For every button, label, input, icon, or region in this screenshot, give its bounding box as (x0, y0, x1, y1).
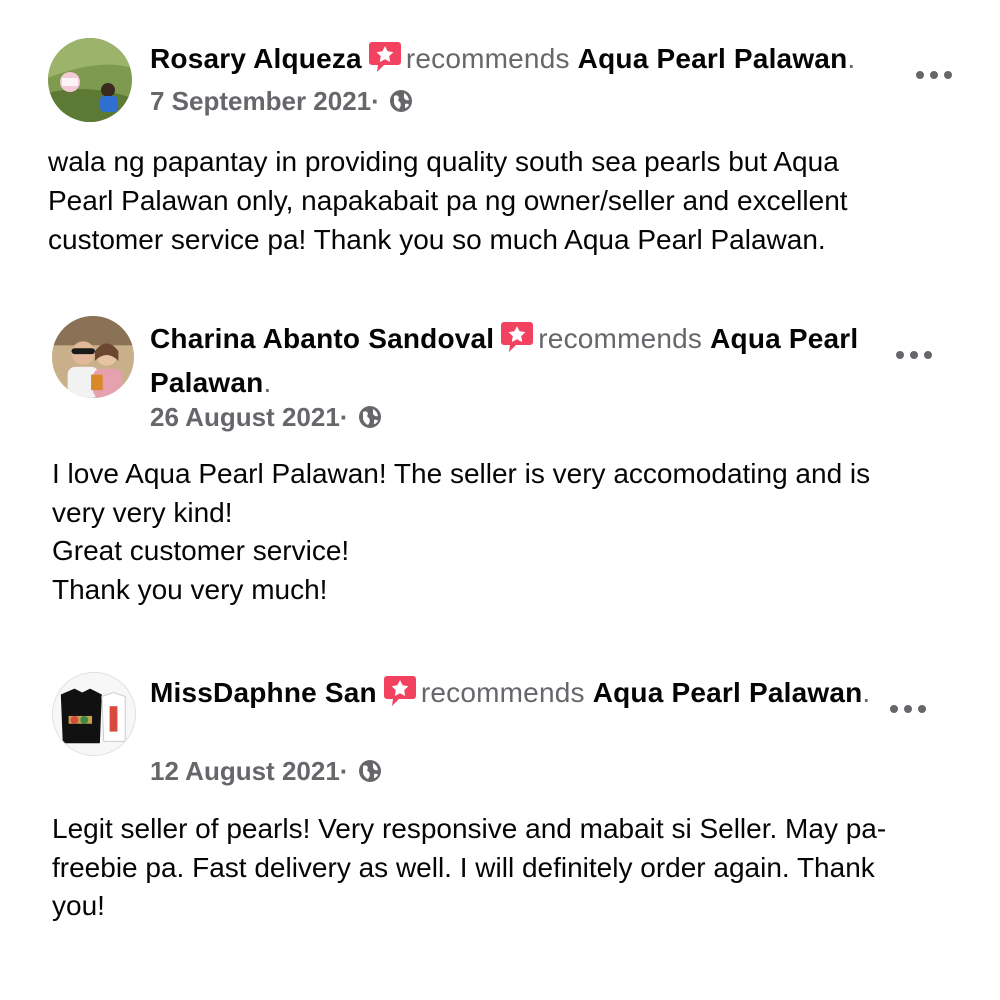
avatar[interactable] (48, 38, 132, 122)
author-name[interactable]: Rosary Alqueza (150, 43, 362, 74)
review-text: Legit seller of pearls! Very responsive … (52, 813, 887, 921)
author-name[interactable]: Charina Abanto Sandoval (150, 323, 494, 354)
page-name[interactable]: Aqua Pearl Palawan (593, 677, 863, 708)
more-options-icon[interactable] (896, 348, 932, 362)
more-options-icon[interactable] (890, 702, 926, 716)
period: . (847, 43, 856, 74)
author-name[interactable]: MissDaphne San (150, 677, 377, 708)
post-date[interactable]: 26 August 2021 (150, 402, 340, 432)
avatar[interactable] (52, 672, 136, 756)
recommend-star-icon (383, 674, 417, 718)
post-date[interactable]: 7 September 2021 (150, 86, 371, 116)
avatar-image (48, 38, 132, 122)
review-header: Rosary Alqueza recommends Aqua Pearl Pala… (150, 40, 910, 84)
recommends-label: recommends (420, 677, 585, 708)
post-date-row: 12 August 2021· (150, 754, 382, 791)
recommend-star-icon (368, 40, 402, 84)
recommends-label: recommends (405, 43, 570, 74)
review-header: Charina Abanto Sandoval recommends Aqua P… (150, 320, 890, 402)
review-header: MissDaphne San recommends Aqua Pearl Pala… (150, 674, 890, 718)
more-options-icon[interactable] (916, 68, 952, 82)
globe-icon (358, 757, 382, 791)
review-text: I love Aqua Pearl Palawan! The seller is… (52, 458, 871, 605)
period: . (862, 677, 871, 708)
avatar-image (52, 316, 134, 398)
review-text: wala ng papantay in providing quality so… (48, 146, 848, 255)
globe-icon (358, 403, 382, 437)
avatar-image (53, 673, 135, 755)
post-date-row: 26 August 2021· (150, 400, 382, 437)
date-separator: · (339, 402, 349, 432)
date-separator: · (339, 756, 349, 786)
page-name[interactable]: Aqua Pearl Palawan (578, 43, 848, 74)
date-separator: · (371, 86, 380, 116)
post-date-row: 7 September 2021· (150, 84, 413, 121)
post-date[interactable]: 12 August 2021 (150, 756, 340, 786)
period: . (263, 367, 272, 398)
globe-icon (389, 87, 413, 121)
avatar[interactable] (52, 316, 134, 398)
recommends-label: recommends (538, 323, 703, 354)
recommend-star-icon (500, 320, 534, 364)
